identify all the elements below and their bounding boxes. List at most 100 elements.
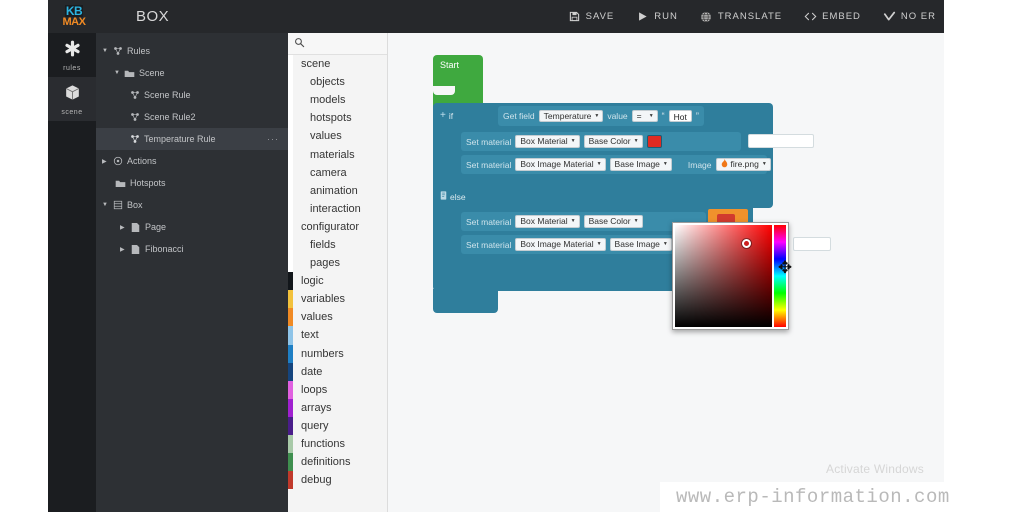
save-icon (568, 10, 581, 23)
property-dropdown[interactable]: Base Color ▼ (583, 215, 643, 228)
save-label: SAVE (585, 11, 615, 22)
toolbox-category-text[interactable]: text (288, 326, 387, 345)
operator-dropdown[interactable]: = ▼ (631, 109, 658, 123)
set-material-image-block[interactable]: Set material Box Image Material ▼ Base I… (461, 155, 771, 174)
cube-icon (63, 83, 82, 107)
run-label: RUN (654, 11, 678, 22)
toolbox-category-pages[interactable]: pages (288, 254, 387, 273)
blockly-workspace[interactable]: Start + if Get field Temperature ▼ value… (388, 33, 944, 512)
toolbox-category-configurator[interactable]: configurator (288, 217, 387, 236)
toolbox-category-date[interactable]: date (288, 362, 387, 381)
property-dropdown[interactable]: Base Color ▼ (583, 135, 643, 148)
tree-node-scene[interactable]: ▼ Scene (96, 62, 288, 84)
set-material-label: Set material (466, 159, 512, 170)
tree-node-page[interactable]: ▶ Page (96, 216, 288, 238)
chevron-down-icon: ▼ (662, 161, 668, 167)
tree-node-fibonacci[interactable]: ▶ Fibonacci (96, 238, 288, 260)
toolbox-category-logic[interactable]: logic (288, 272, 387, 291)
category-label: loops (301, 383, 328, 396)
toolbox-category-scene[interactable]: scene (288, 55, 387, 74)
embed-button[interactable]: EMBED (804, 10, 861, 23)
toolbox-category-arrays[interactable]: arrays (288, 398, 387, 417)
tree-node-box[interactable]: ▼ Box (96, 194, 288, 216)
page-icon (129, 244, 142, 255)
caret-icon[interactable]: ▼ (102, 48, 111, 54)
category-color-bar (288, 308, 293, 327)
set-material-color-block[interactable]: Set material Box Material ▼ Base Color ▼ (461, 132, 741, 151)
property-dropdown-value: Base Image (614, 239, 660, 249)
property-dropdown[interactable]: Base Image ▼ (609, 238, 672, 251)
toolbox-category-models[interactable]: models (288, 91, 387, 110)
tree-node-scene-rule[interactable]: Scene Rule (96, 84, 288, 106)
toolbox-category-objects[interactable]: objects (288, 73, 387, 92)
toolbox-category-animation[interactable]: animation (288, 181, 387, 200)
property-dropdown[interactable]: Base Image ▼ (609, 158, 672, 171)
compare-value-input[interactable]: Hot (668, 109, 692, 123)
if-color-empty-slot[interactable] (748, 134, 814, 148)
no-errors-status[interactable]: NO ER (883, 10, 936, 23)
caret-icon[interactable]: ▶ (102, 158, 111, 165)
category-label: models (310, 94, 346, 107)
toolbox-search-field[interactable] (288, 33, 387, 55)
category-label: arrays (301, 401, 332, 414)
material-dropdown[interactable]: Box Material ▼ (515, 135, 580, 148)
toolbox-category-variables[interactable]: variables (288, 290, 387, 309)
toolbox-category-numbers[interactable]: numbers (288, 344, 387, 363)
chevron-down-icon: ▼ (570, 218, 576, 224)
toolbox-category-debug[interactable]: debug (288, 471, 387, 490)
tree-node-hotspots[interactable]: Hotspots (96, 172, 288, 194)
category-color-bar (288, 73, 293, 92)
material-dropdown[interactable]: Box Image Material ▼ (515, 158, 606, 171)
tree-node-scene-rule2[interactable]: Scene Rule2 (96, 106, 288, 128)
rail-item-rules[interactable]: rules (48, 33, 96, 77)
start-block[interactable]: Start (433, 55, 483, 108)
tree-node-menu-button[interactable]: ··· (267, 134, 279, 144)
run-button[interactable]: RUN (636, 10, 678, 23)
toolbox-category-values[interactable]: values (288, 127, 387, 146)
rule-icon (128, 112, 141, 122)
set-material-label: Set material (466, 136, 512, 147)
toolbox-category-values[interactable]: values (288, 308, 387, 327)
saturation-value-area[interactable] (675, 225, 772, 327)
caret-icon[interactable]: ▼ (102, 202, 111, 208)
toolbox-category-interaction[interactable]: interaction (288, 199, 387, 218)
else-image-empty-slot[interactable] (793, 237, 831, 251)
toolbox-category-camera[interactable]: camera (288, 163, 387, 182)
toolbox-category-functions[interactable]: functions (288, 434, 387, 454)
else-set-material-color-block[interactable]: Set material Box Material ▼ Base Color ▼ (461, 212, 706, 231)
category-label: pages (310, 257, 340, 270)
block-stack-tail (433, 289, 498, 313)
tree-node-rules[interactable]: ▼ Rules (96, 40, 288, 62)
rules-icon (111, 46, 124, 56)
toolbox-category-loops[interactable]: loops (288, 380, 387, 399)
toolbox-category-definitions[interactable]: definitions (288, 453, 387, 472)
tree-node-actions[interactable]: ▶ Actions (96, 150, 288, 172)
caret-icon[interactable]: ▶ (120, 246, 129, 253)
material-dropdown[interactable]: Box Image Material ▼ (515, 238, 606, 251)
toolbox-category-query[interactable]: query (288, 416, 387, 435)
rail-item-scene[interactable]: scene (48, 77, 96, 121)
category-color-bar (288, 272, 293, 291)
operator-value: = (636, 110, 642, 121)
caret-icon[interactable]: ▼ (114, 70, 123, 76)
tree-node-temperature-rule[interactable]: Temperature Rule ··· (96, 128, 288, 150)
toolbox-category-fields[interactable]: fields (288, 235, 387, 255)
color-picker-popup[interactable] (672, 222, 789, 330)
caret-icon[interactable]: ▶ (120, 224, 129, 231)
kbmax-logo[interactable]: KB MAX (48, 0, 100, 33)
category-color-bar (288, 145, 293, 164)
add-condition-button[interactable]: + (440, 110, 446, 121)
tree-label: Scene Rule2 (144, 112, 196, 122)
save-button[interactable]: SAVE (568, 10, 615, 23)
field-dropdown[interactable]: Temperature ▼ (538, 109, 604, 123)
color-swatch[interactable] (646, 135, 662, 148)
category-color-bar (288, 235, 293, 255)
actions-icon (111, 156, 124, 166)
translate-button[interactable]: TRANSLATE (700, 10, 782, 23)
toolbox-category-hotspots[interactable]: hotspots (288, 109, 387, 128)
image-dropdown[interactable]: fire.png ▼ (715, 158, 771, 171)
condition-block[interactable]: Get field Temperature ▼ value = ▼ “ Hot … (498, 106, 704, 126)
toolbox-category-materials[interactable]: materials (288, 145, 387, 164)
material-dropdown[interactable]: Box Material ▼ (515, 215, 580, 228)
tree-label: Rules (127, 46, 151, 56)
